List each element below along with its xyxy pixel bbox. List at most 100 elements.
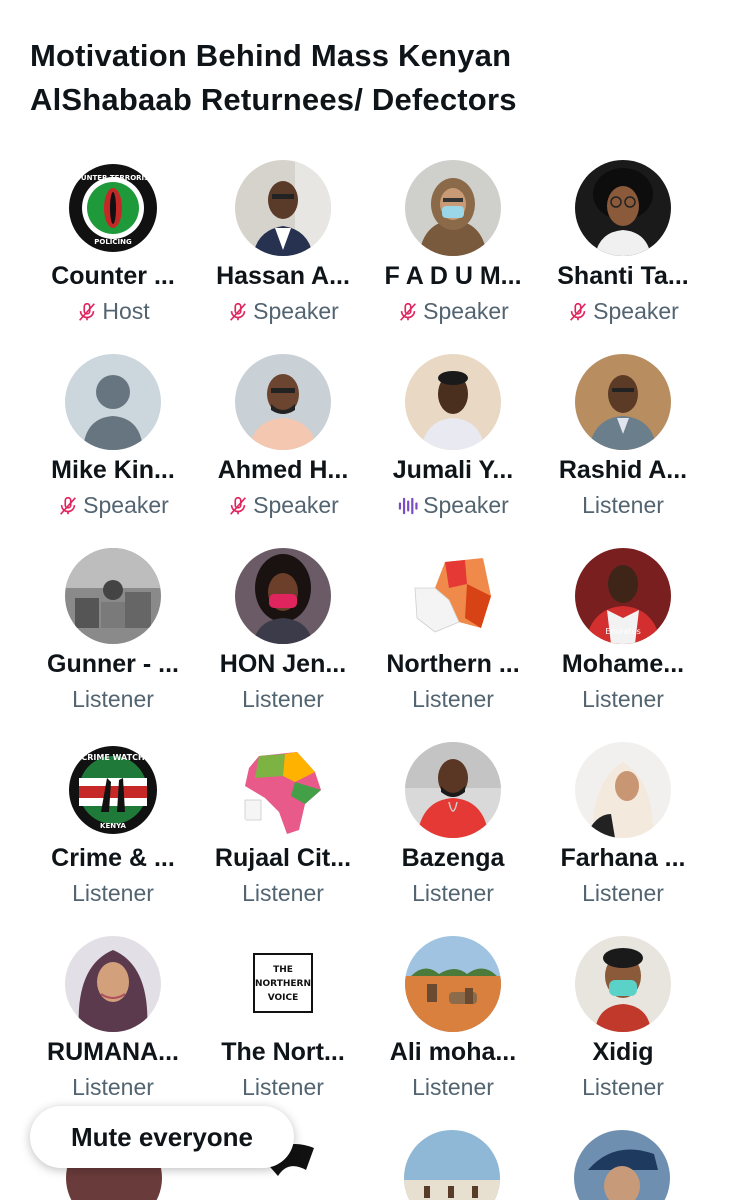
avatar xyxy=(65,548,161,644)
participant-item[interactable]: Jumali Y... Speaker xyxy=(368,354,538,544)
participant-role: Listener xyxy=(72,880,154,906)
svg-text:Emirates: Emirates xyxy=(605,627,641,636)
participant-name: The Nort... xyxy=(221,1038,345,1066)
participant-item[interactable]: Ali moha... Listener xyxy=(368,936,538,1126)
mic-muted-icon xyxy=(397,301,419,323)
participant-name: RUMANA... xyxy=(47,1038,179,1066)
avatar xyxy=(405,160,501,256)
participant-role: Listener xyxy=(72,1074,154,1100)
mute-everyone-button[interactable]: Mute everyone xyxy=(30,1106,294,1168)
participant-name: Crime & ... xyxy=(51,844,175,872)
participant-role: Listener xyxy=(242,1074,324,1100)
participant-item[interactable]: RUMANA... Listener xyxy=(28,936,198,1126)
avatar xyxy=(575,742,671,838)
avatar xyxy=(405,936,501,1032)
avatar xyxy=(575,936,671,1032)
participant-role: Listener xyxy=(242,686,324,712)
participant-role: Speaker xyxy=(198,298,368,325)
participant-role: Listener xyxy=(412,880,494,906)
participant-name: Hassan A... xyxy=(216,262,350,290)
participant-item[interactable]: Bazenga Listener xyxy=(368,742,538,932)
participant-item[interactable]: CRIME WATCH KENYA Crime & ... Listener xyxy=(28,742,198,932)
avatar: Emirates xyxy=(575,548,671,644)
participant-name: Ali moha... xyxy=(389,1038,517,1066)
participant-role: Listener xyxy=(72,686,154,712)
participant-role: Host xyxy=(28,298,198,325)
mic-muted-icon xyxy=(57,495,79,517)
mic-muted-icon xyxy=(567,301,589,323)
participant-item[interactable]: Northern ... Listener xyxy=(368,548,538,738)
participant-item[interactable]: Mike Kin... Speaker xyxy=(28,354,198,544)
participant-name: Farhana ... xyxy=(560,844,686,872)
participant-role: Speaker xyxy=(198,492,368,519)
mic-muted-icon xyxy=(76,301,98,323)
participant-name: Mohame... xyxy=(561,650,685,678)
participant-item[interactable]: COUNTER TERRORISM POLICING Counter ... H… xyxy=(28,160,198,350)
participant-name: Mike Kin... xyxy=(51,456,175,484)
participant-item[interactable]: HON Jen... Listener xyxy=(198,548,368,738)
avatar xyxy=(405,354,501,450)
participant-role: Listener xyxy=(412,686,494,712)
avatar xyxy=(405,548,501,644)
avatar xyxy=(65,936,161,1032)
participant-role: Speaker xyxy=(368,492,538,519)
participant-role: Speaker xyxy=(538,298,708,325)
participant-item[interactable]: Emirates Mohame... Listener xyxy=(538,548,708,738)
participant-role: Listener xyxy=(582,1074,664,1100)
avatar xyxy=(235,354,331,450)
logo-counter-bottom: POLICING xyxy=(94,238,132,246)
avatar: THE NORTHERN VOICE xyxy=(235,936,331,1032)
space-title-line2: AlShabaab Returnees/ Defectors xyxy=(30,82,517,117)
mic-muted-icon xyxy=(227,495,249,517)
mic-muted-icon xyxy=(227,301,249,323)
participant-role: Speaker xyxy=(28,492,198,519)
avatar xyxy=(235,548,331,644)
logo-counter-top: COUNTER TERRORISM xyxy=(70,174,156,182)
participant-name: Bazenga xyxy=(401,844,505,872)
logo-northern-voice-1: THE xyxy=(273,965,293,975)
participant-item[interactable]: Shanti Ta... Speaker xyxy=(538,160,708,350)
logo-crime-bottom: KENYA xyxy=(100,822,126,830)
participant-role: Listener xyxy=(412,1074,494,1100)
participant-name: Northern ... xyxy=(386,650,520,678)
speaking-waveform-icon xyxy=(397,495,419,517)
logo-crime-top: CRIME WATCH xyxy=(81,753,144,762)
participant-item[interactable]: Rujaal Cit... Listener xyxy=(198,742,368,932)
participant-item[interactable]: Ahmed H... Speaker xyxy=(198,354,368,544)
logo-northern-voice-2: NORTHERN xyxy=(255,979,311,989)
participant-name: Rujaal Cit... xyxy=(214,844,352,872)
space-title: Motivation Behind Mass Kenyan AlShabaab … xyxy=(30,34,710,122)
avatar[interactable] xyxy=(404,1130,500,1200)
participant-item[interactable]: Hassan A... Speaker xyxy=(198,160,368,350)
avatar xyxy=(235,160,331,256)
avatar xyxy=(575,354,671,450)
participant-name: Rashid A... xyxy=(558,456,688,484)
participant-role: Listener xyxy=(582,686,664,712)
participant-name: Xidig xyxy=(592,1038,654,1066)
participant-role: Speaker xyxy=(368,298,538,325)
avatar xyxy=(235,742,331,838)
participant-name: Ahmed H... xyxy=(217,456,349,484)
avatar: COUNTER TERRORISM POLICING xyxy=(65,160,161,256)
participant-item[interactable]: F A D U M... Speaker xyxy=(368,160,538,350)
participant-item[interactable]: Xidig Listener xyxy=(538,936,708,1126)
participant-name: HON Jen... xyxy=(219,650,347,678)
participant-name: Gunner - ... xyxy=(47,650,179,678)
participant-name: Counter ... xyxy=(51,262,175,290)
avatar: CRIME WATCH KENYA xyxy=(65,742,161,838)
space-title-line1: Motivation Behind Mass Kenyan xyxy=(30,38,512,73)
participant-role: Listener xyxy=(582,880,664,906)
avatar xyxy=(65,354,161,450)
participant-item[interactable]: Rashid A... Listener xyxy=(538,354,708,544)
avatar xyxy=(405,742,501,838)
avatar[interactable] xyxy=(574,1130,670,1200)
participant-name: Shanti Ta... xyxy=(557,262,689,290)
participant-item[interactable]: THE NORTHERN VOICE The Nort... Listener xyxy=(198,936,368,1126)
participant-role: Listener xyxy=(242,880,324,906)
participant-role: Listener xyxy=(582,492,664,518)
participant-item[interactable]: Farhana ... Listener xyxy=(538,742,708,932)
participant-name: Jumali Y... xyxy=(392,456,514,484)
logo-northern-voice-3: VOICE xyxy=(268,993,299,1003)
participant-item[interactable]: Gunner - ... Listener xyxy=(28,548,198,738)
avatar xyxy=(575,160,671,256)
